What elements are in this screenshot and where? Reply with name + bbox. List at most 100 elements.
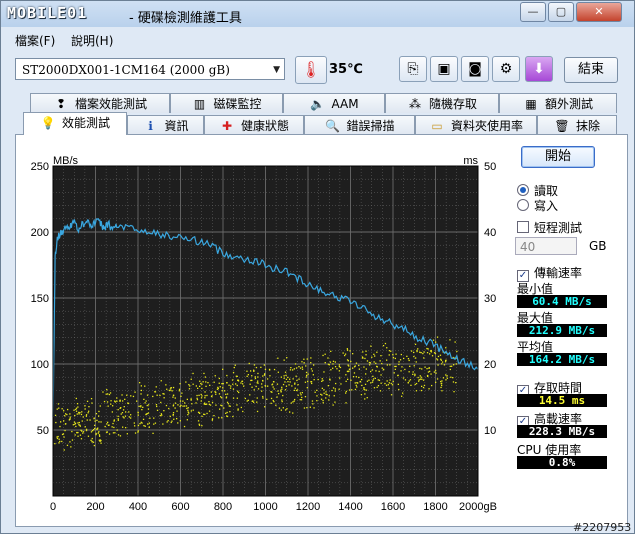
access-time-point bbox=[273, 388, 275, 390]
copy-image-icon[interactable]: ▣ bbox=[430, 56, 458, 82]
access-time-point bbox=[98, 415, 100, 417]
access-time-point bbox=[140, 385, 142, 387]
settings-wrench-icon[interactable]: ⚙ bbox=[492, 56, 520, 82]
menu-file[interactable]: 檔案(F) bbox=[15, 32, 55, 49]
access-time-point bbox=[147, 404, 150, 406]
access-time-point bbox=[311, 400, 314, 402]
access-time-point bbox=[327, 363, 330, 365]
access-time-point bbox=[427, 348, 429, 350]
screenshot-camera-icon[interactable]: ◙ bbox=[461, 56, 489, 82]
access-time-point bbox=[428, 388, 430, 390]
access-time-point bbox=[166, 388, 168, 390]
access-time-point bbox=[323, 389, 325, 391]
access-time-point bbox=[381, 367, 383, 369]
tab-random-access[interactable]: ⁂ 隨機存取 bbox=[385, 93, 499, 113]
tab-health[interactable]: ✚ 健康狀態 bbox=[204, 115, 304, 135]
access-time-point bbox=[237, 390, 239, 392]
access-time-point bbox=[192, 409, 194, 411]
access-time-point bbox=[432, 339, 435, 341]
access-time-point bbox=[455, 382, 457, 384]
tab-extra-tests[interactable]: ▦ 額外測試 bbox=[499, 93, 617, 113]
tab-disk-monitor[interactable]: ▥ 磁碟監控 bbox=[170, 93, 283, 113]
access-time-point bbox=[139, 382, 141, 384]
access-time-point bbox=[273, 381, 275, 383]
access-time-point bbox=[81, 411, 83, 413]
access-time-point bbox=[348, 370, 350, 372]
access-time-point bbox=[255, 366, 258, 369]
access-time-point bbox=[127, 402, 130, 405]
access-time-point bbox=[208, 401, 210, 403]
access-time-point bbox=[78, 421, 80, 424]
access-time-point bbox=[186, 407, 188, 410]
minimize-button[interactable]: — bbox=[520, 2, 546, 22]
access-time-point bbox=[353, 372, 356, 374]
access-time-point bbox=[306, 387, 308, 389]
access-time-point bbox=[171, 390, 173, 392]
access-time-point bbox=[229, 405, 231, 407]
short-test-size-input[interactable]: 40 bbox=[515, 237, 577, 255]
tab-info[interactable]: ℹ 資訊 bbox=[127, 115, 204, 135]
download-arrow-icon[interactable]: ⬇ bbox=[525, 56, 553, 82]
short-test-checkbox[interactable]: 短程測試 bbox=[517, 219, 582, 236]
access-time-point bbox=[257, 382, 259, 384]
access-time-point bbox=[225, 393, 227, 395]
menu-help[interactable]: 說明(H) bbox=[71, 32, 113, 49]
tab-folder-usage[interactable]: ▭ 資料夾使用率 bbox=[415, 115, 537, 135]
access-time-point bbox=[96, 428, 98, 431]
drive-select[interactable]: ST2000DX001-1CM164 (2000 gB) ▼ bbox=[15, 58, 285, 80]
access-time-point bbox=[78, 413, 80, 415]
access-time-point bbox=[75, 410, 78, 412]
access-time-point bbox=[257, 372, 259, 375]
copy-text-icon[interactable]: ⎘ bbox=[399, 56, 427, 82]
access-time-point bbox=[69, 413, 71, 415]
tab-erase[interactable]: 🗑 抹除 bbox=[537, 115, 617, 135]
tab-error-scan[interactable]: 🔍 錯誤掃描 bbox=[304, 115, 415, 135]
access-time-point bbox=[299, 367, 302, 369]
tab-aam[interactable]: 🔈 AAM bbox=[283, 93, 385, 113]
access-time-point bbox=[419, 375, 421, 377]
access-time-point bbox=[182, 405, 184, 407]
tab-file-benchmark[interactable]: ❢ 檔案效能測試 bbox=[30, 93, 170, 113]
access-time-point bbox=[137, 424, 140, 427]
access-time-point bbox=[287, 376, 289, 379]
access-time-point bbox=[364, 357, 366, 360]
access-time-point bbox=[426, 352, 429, 354]
access-time-point bbox=[390, 394, 393, 396]
access-time-point bbox=[108, 393, 111, 396]
access-time-point bbox=[181, 392, 183, 394]
access-time-point bbox=[446, 377, 448, 379]
write-radio[interactable]: 寫入 bbox=[517, 197, 558, 214]
tab-benchmark[interactable]: 💡 效能測試 bbox=[23, 112, 127, 135]
access-time-point bbox=[313, 364, 315, 366]
access-time-point bbox=[417, 376, 419, 379]
access-time-point bbox=[372, 379, 374, 382]
access-time-point bbox=[139, 423, 141, 425]
close-button[interactable]: ✕ bbox=[576, 2, 622, 22]
maximize-button[interactable]: ▢ bbox=[548, 2, 574, 22]
access-time-point bbox=[389, 379, 391, 381]
access-time-point bbox=[81, 420, 83, 422]
y-right-tick-label: 50 bbox=[484, 161, 496, 173]
access-time-point bbox=[235, 383, 237, 385]
access-time-point bbox=[187, 407, 189, 409]
access-time-point bbox=[190, 378, 192, 380]
access-time-point bbox=[310, 357, 312, 359]
access-time-point bbox=[409, 379, 412, 381]
access-time-point bbox=[261, 386, 263, 388]
access-time-point bbox=[293, 400, 295, 402]
access-time-point bbox=[398, 388, 400, 391]
start-button[interactable]: 開始 bbox=[521, 146, 595, 168]
access-time-point bbox=[407, 358, 410, 360]
access-time-point bbox=[354, 388, 357, 391]
access-time-point bbox=[103, 400, 106, 403]
y-right-tick-label: 20 bbox=[484, 359, 496, 371]
access-time-point bbox=[434, 369, 437, 372]
access-time-point bbox=[192, 383, 194, 385]
access-time-point bbox=[154, 422, 157, 424]
access-time-point bbox=[223, 407, 225, 409]
exit-button[interactable]: 結束 bbox=[564, 57, 618, 83]
access-time-point bbox=[75, 425, 77, 428]
access-time-point bbox=[201, 387, 203, 390]
access-time-point bbox=[390, 382, 392, 385]
access-time-point bbox=[107, 424, 110, 426]
